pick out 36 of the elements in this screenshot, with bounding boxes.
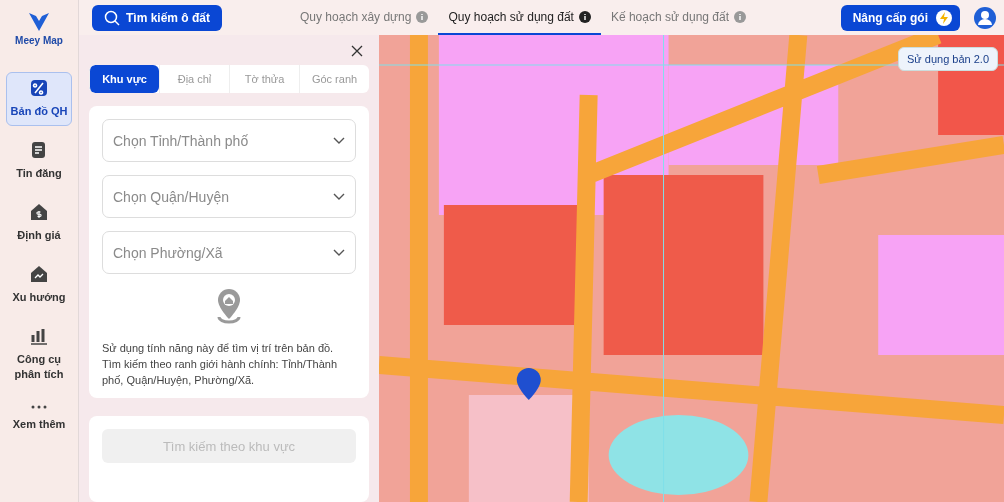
map-tab[interactable]: Kế hoạch sử dụng đất — [600, 0, 757, 35]
dropdown-field[interactable]: Chọn Phường/Xã — [102, 231, 356, 274]
hint-text: Sử dụng tính năng này để tìm vị trí trên bản đồ. — [102, 341, 335, 356]
document-icon — [30, 141, 48, 159]
lightning-icon — [936, 9, 952, 26]
dropdown-field[interactable]: Chọn Quận/Huyện — [102, 175, 356, 218]
map-marker-icon[interactable] — [516, 368, 541, 400]
logo-icon — [28, 12, 50, 32]
search-mode-tab[interactable]: Khu vực — [89, 65, 159, 93]
sidebar-item[interactable]: Xem thêm — [6, 397, 72, 439]
chevron-down-icon — [333, 248, 345, 257]
sidebar-item[interactable]: Tin đăng — [6, 134, 72, 188]
sidebar-item[interactable]: Xu hướng — [6, 258, 72, 312]
sidebar-item[interactable]: Bản đồ QH — [6, 72, 72, 126]
chevron-down-icon — [333, 192, 345, 201]
map-icon — [30, 79, 48, 97]
info-icon — [734, 10, 747, 23]
more-icon — [30, 404, 48, 410]
close-icon[interactable] — [351, 45, 363, 57]
house-chart-icon — [30, 265, 48, 283]
house-dollar-icon — [30, 203, 48, 221]
info-icon — [578, 10, 591, 23]
chevron-down-icon — [333, 136, 345, 145]
avatar-icon[interactable] — [974, 6, 996, 29]
search-button[interactable]: Tìm kiếm ô đất — [92, 4, 223, 31]
sidebar-item[interactable]: Công cụ phân tích — [6, 320, 72, 389]
sidebar-item[interactable]: Định giá — [6, 196, 72, 250]
version-button[interactable]: Sử dụng bản 2.0 — [898, 47, 998, 71]
hint-text: Tìm kiếm theo ranh giới hành chính: Tỉnh/Thành phố, Quận/Huyện, Phường/Xã. — [102, 357, 339, 388]
bar-chart-icon — [30, 327, 48, 345]
dropdown-field[interactable]: Chọn Tỉnh/Thành phố — [102, 119, 356, 162]
upgrade-button[interactable]: Nâng cấp gói — [840, 4, 960, 31]
search-icon — [104, 9, 120, 26]
info-icon — [416, 10, 429, 23]
map-tab[interactable]: Quy hoạch xây dựng — [290, 0, 439, 35]
logo-text: Meey Map — [15, 35, 63, 46]
